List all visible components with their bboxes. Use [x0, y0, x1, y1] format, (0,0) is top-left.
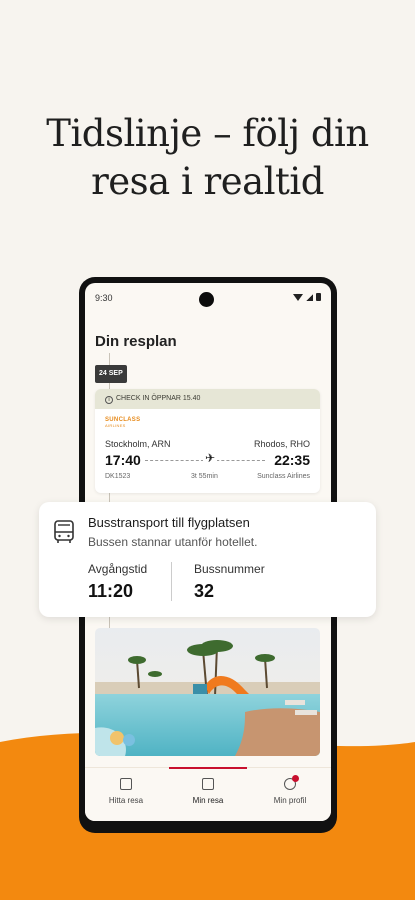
checkin-text: CHECK IN ÖPPNAR 15.40 — [116, 395, 201, 402]
bus-card-title: Busstransport till flygplatsen — [88, 515, 250, 530]
time-row: 17:40 ✈ 22:35 — [105, 451, 310, 468]
profile-icon — [284, 775, 299, 790]
nav-item-min-resa[interactable]: Min resa — [167, 767, 249, 821]
document-icon — [202, 778, 214, 790]
flight-number: DK1523 — [105, 473, 131, 480]
column-divider — [171, 562, 172, 601]
flight-card[interactable]: i CHECK IN ÖPPNAR 15.40 SUNCLASS AIRLINES… — [95, 389, 320, 493]
info-icon: i — [105, 396, 113, 404]
airline-logo: SUNCLASS AIRLINES — [105, 417, 140, 428]
checkin-banner: i CHECK IN ÖPPNAR 15.40 — [95, 389, 320, 409]
airline-name: Sunclass Airlines — [257, 473, 310, 480]
bus-icon — [54, 520, 74, 543]
nav-label: Min resa — [192, 796, 224, 805]
plane-icon: ✈ — [203, 451, 218, 465]
departure-value: 11:20 — [88, 581, 134, 601]
headline-line-1: Tidslinje – följ din — [46, 112, 369, 155]
date-badge: 24 SEP — [95, 365, 127, 383]
airline-logo-subtext: AIRLINES — [105, 423, 126, 428]
bus-card-subtitle: Bussen stannar utanför hotellet. — [88, 535, 258, 549]
bus-number-value: 32 — [194, 581, 215, 601]
departure-time: 17:40 — [105, 452, 141, 468]
camera-cutout — [199, 292, 214, 307]
route-row: Stockholm, ARN Rhodos, RHO — [105, 439, 310, 449]
departure-label: Avgångstid — [88, 562, 148, 576]
origin-city: Stockholm, ARN — [105, 439, 171, 449]
page-headline: Tidslinje – följ din resa i realtid — [0, 110, 415, 206]
nav-label: Hitta resa — [108, 796, 144, 805]
headline-line-2: resa i realtid — [91, 160, 324, 203]
bottom-navigation: Hitta resa Min resa Min profil — [85, 767, 331, 821]
flight-meta-row: DK1523 3t 55min Sunclass Airlines — [105, 473, 310, 480]
nav-item-min-profil[interactable]: Min profil — [249, 768, 331, 821]
bus-number-label: Bussnummer — [194, 562, 265, 576]
status-icons — [293, 293, 321, 301]
flight-duration: 3t 55min — [191, 473, 218, 480]
status-bar: 9:30 — [85, 283, 331, 311]
status-time: 9:30 — [95, 293, 113, 303]
nav-item-hitta-resa[interactable]: Hitta resa — [85, 768, 167, 821]
nav-label: Min profil — [273, 796, 307, 805]
signal-icon — [306, 293, 313, 301]
wifi-icon — [293, 293, 303, 301]
screen-title: Din resplan — [95, 333, 177, 350]
notification-dot — [292, 775, 299, 782]
hotel-pool-image[interactable] — [95, 628, 320, 756]
bus-transport-card[interactable]: Busstransport till flygplatsen Bussen st… — [39, 502, 376, 617]
map-search-icon — [120, 778, 132, 790]
destination-city: Rhodos, RHO — [253, 439, 310, 449]
arrival-time: 22:35 — [274, 452, 310, 468]
battery-icon — [316, 293, 321, 301]
